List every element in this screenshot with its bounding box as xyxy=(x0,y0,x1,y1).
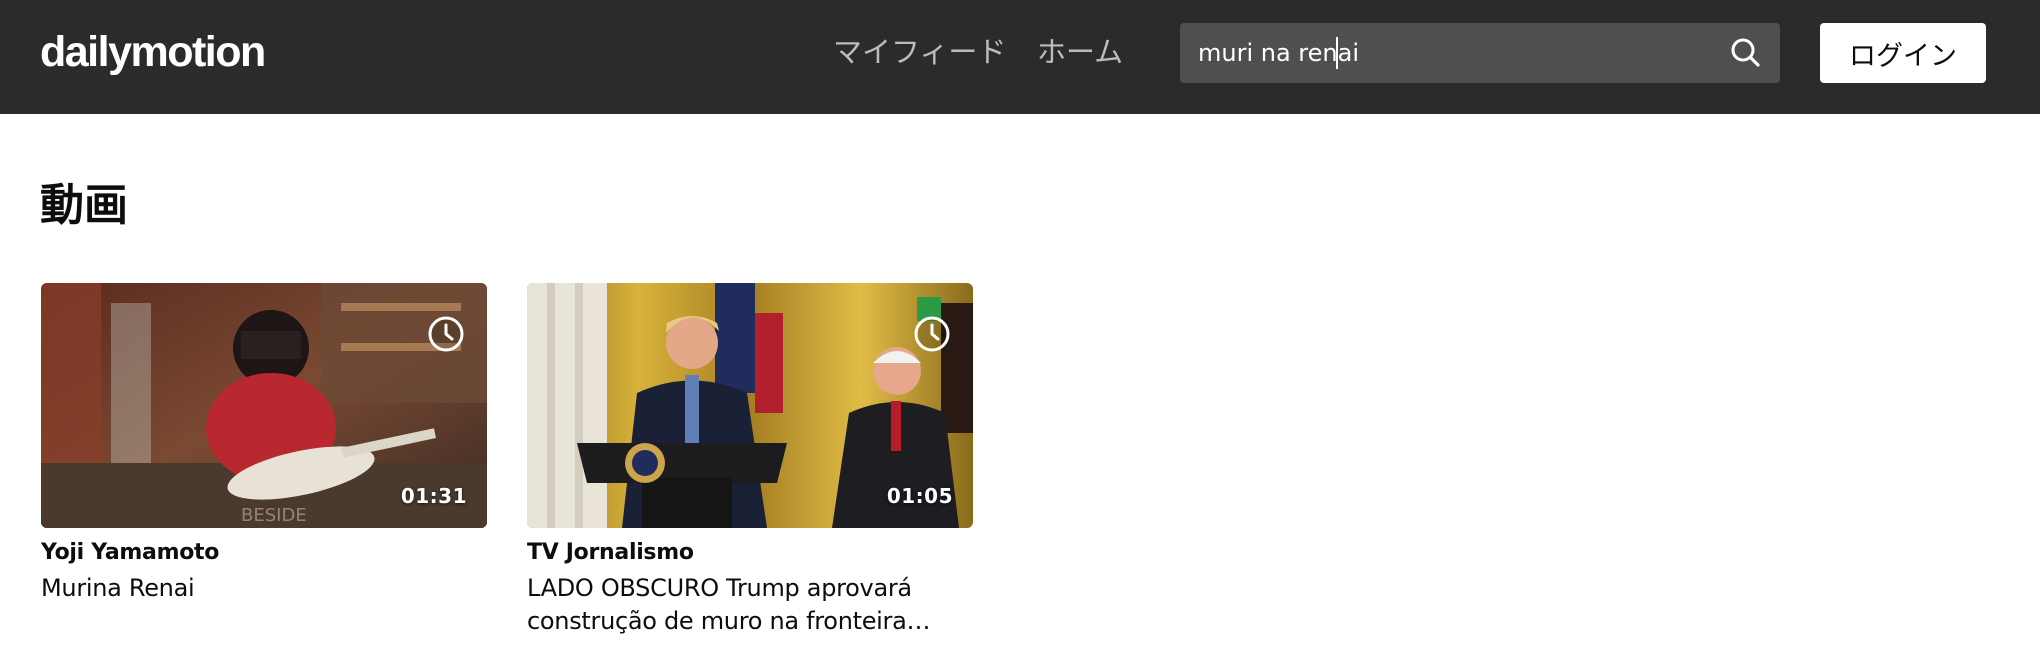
video-duration: 01:31 xyxy=(400,484,467,508)
clock-icon[interactable] xyxy=(427,315,465,353)
svg-text:BESIDE: BESIDE xyxy=(241,505,307,526)
video-duration: 01:05 xyxy=(886,484,953,508)
video-title[interactable]: LADO OBSCURO Trump aprovará construção d… xyxy=(527,572,973,638)
video-title[interactable]: Murina Renai xyxy=(41,572,487,605)
text-caret xyxy=(1336,37,1338,69)
nav-my-feed-link[interactable]: マイフィード xyxy=(833,32,1006,72)
search-input[interactable] xyxy=(1198,23,1698,83)
video-channel-name[interactable]: Yoji Yamamoto xyxy=(41,538,487,568)
video-thumbnail[interactable]: 01:05 xyxy=(527,283,973,528)
login-button[interactable]: ログイン xyxy=(1820,23,1986,83)
video-channel-name[interactable]: TV Jornalismo xyxy=(527,538,973,568)
search-icon xyxy=(1731,38,1760,67)
search-bar xyxy=(1180,23,1780,83)
section-title-videos: 動画 xyxy=(40,180,128,231)
top-header: dailymotion マイフィード ホーム ログイン xyxy=(0,0,2040,114)
nav-home-link[interactable]: ホーム xyxy=(1037,32,1123,72)
video-card[interactable]: 01:05 TV Jornalismo LADO OBSCURO Trump a… xyxy=(527,283,973,638)
video-thumbnail[interactable]: BESIDE 01:31 xyxy=(41,283,487,528)
dailymotion-logo[interactable]: dailymotion xyxy=(40,22,266,82)
clock-icon[interactable] xyxy=(913,315,951,353)
search-button[interactable] xyxy=(1726,33,1766,73)
video-card[interactable]: BESIDE 01:31 Yoji Yamamoto Murina Renai xyxy=(41,283,487,605)
